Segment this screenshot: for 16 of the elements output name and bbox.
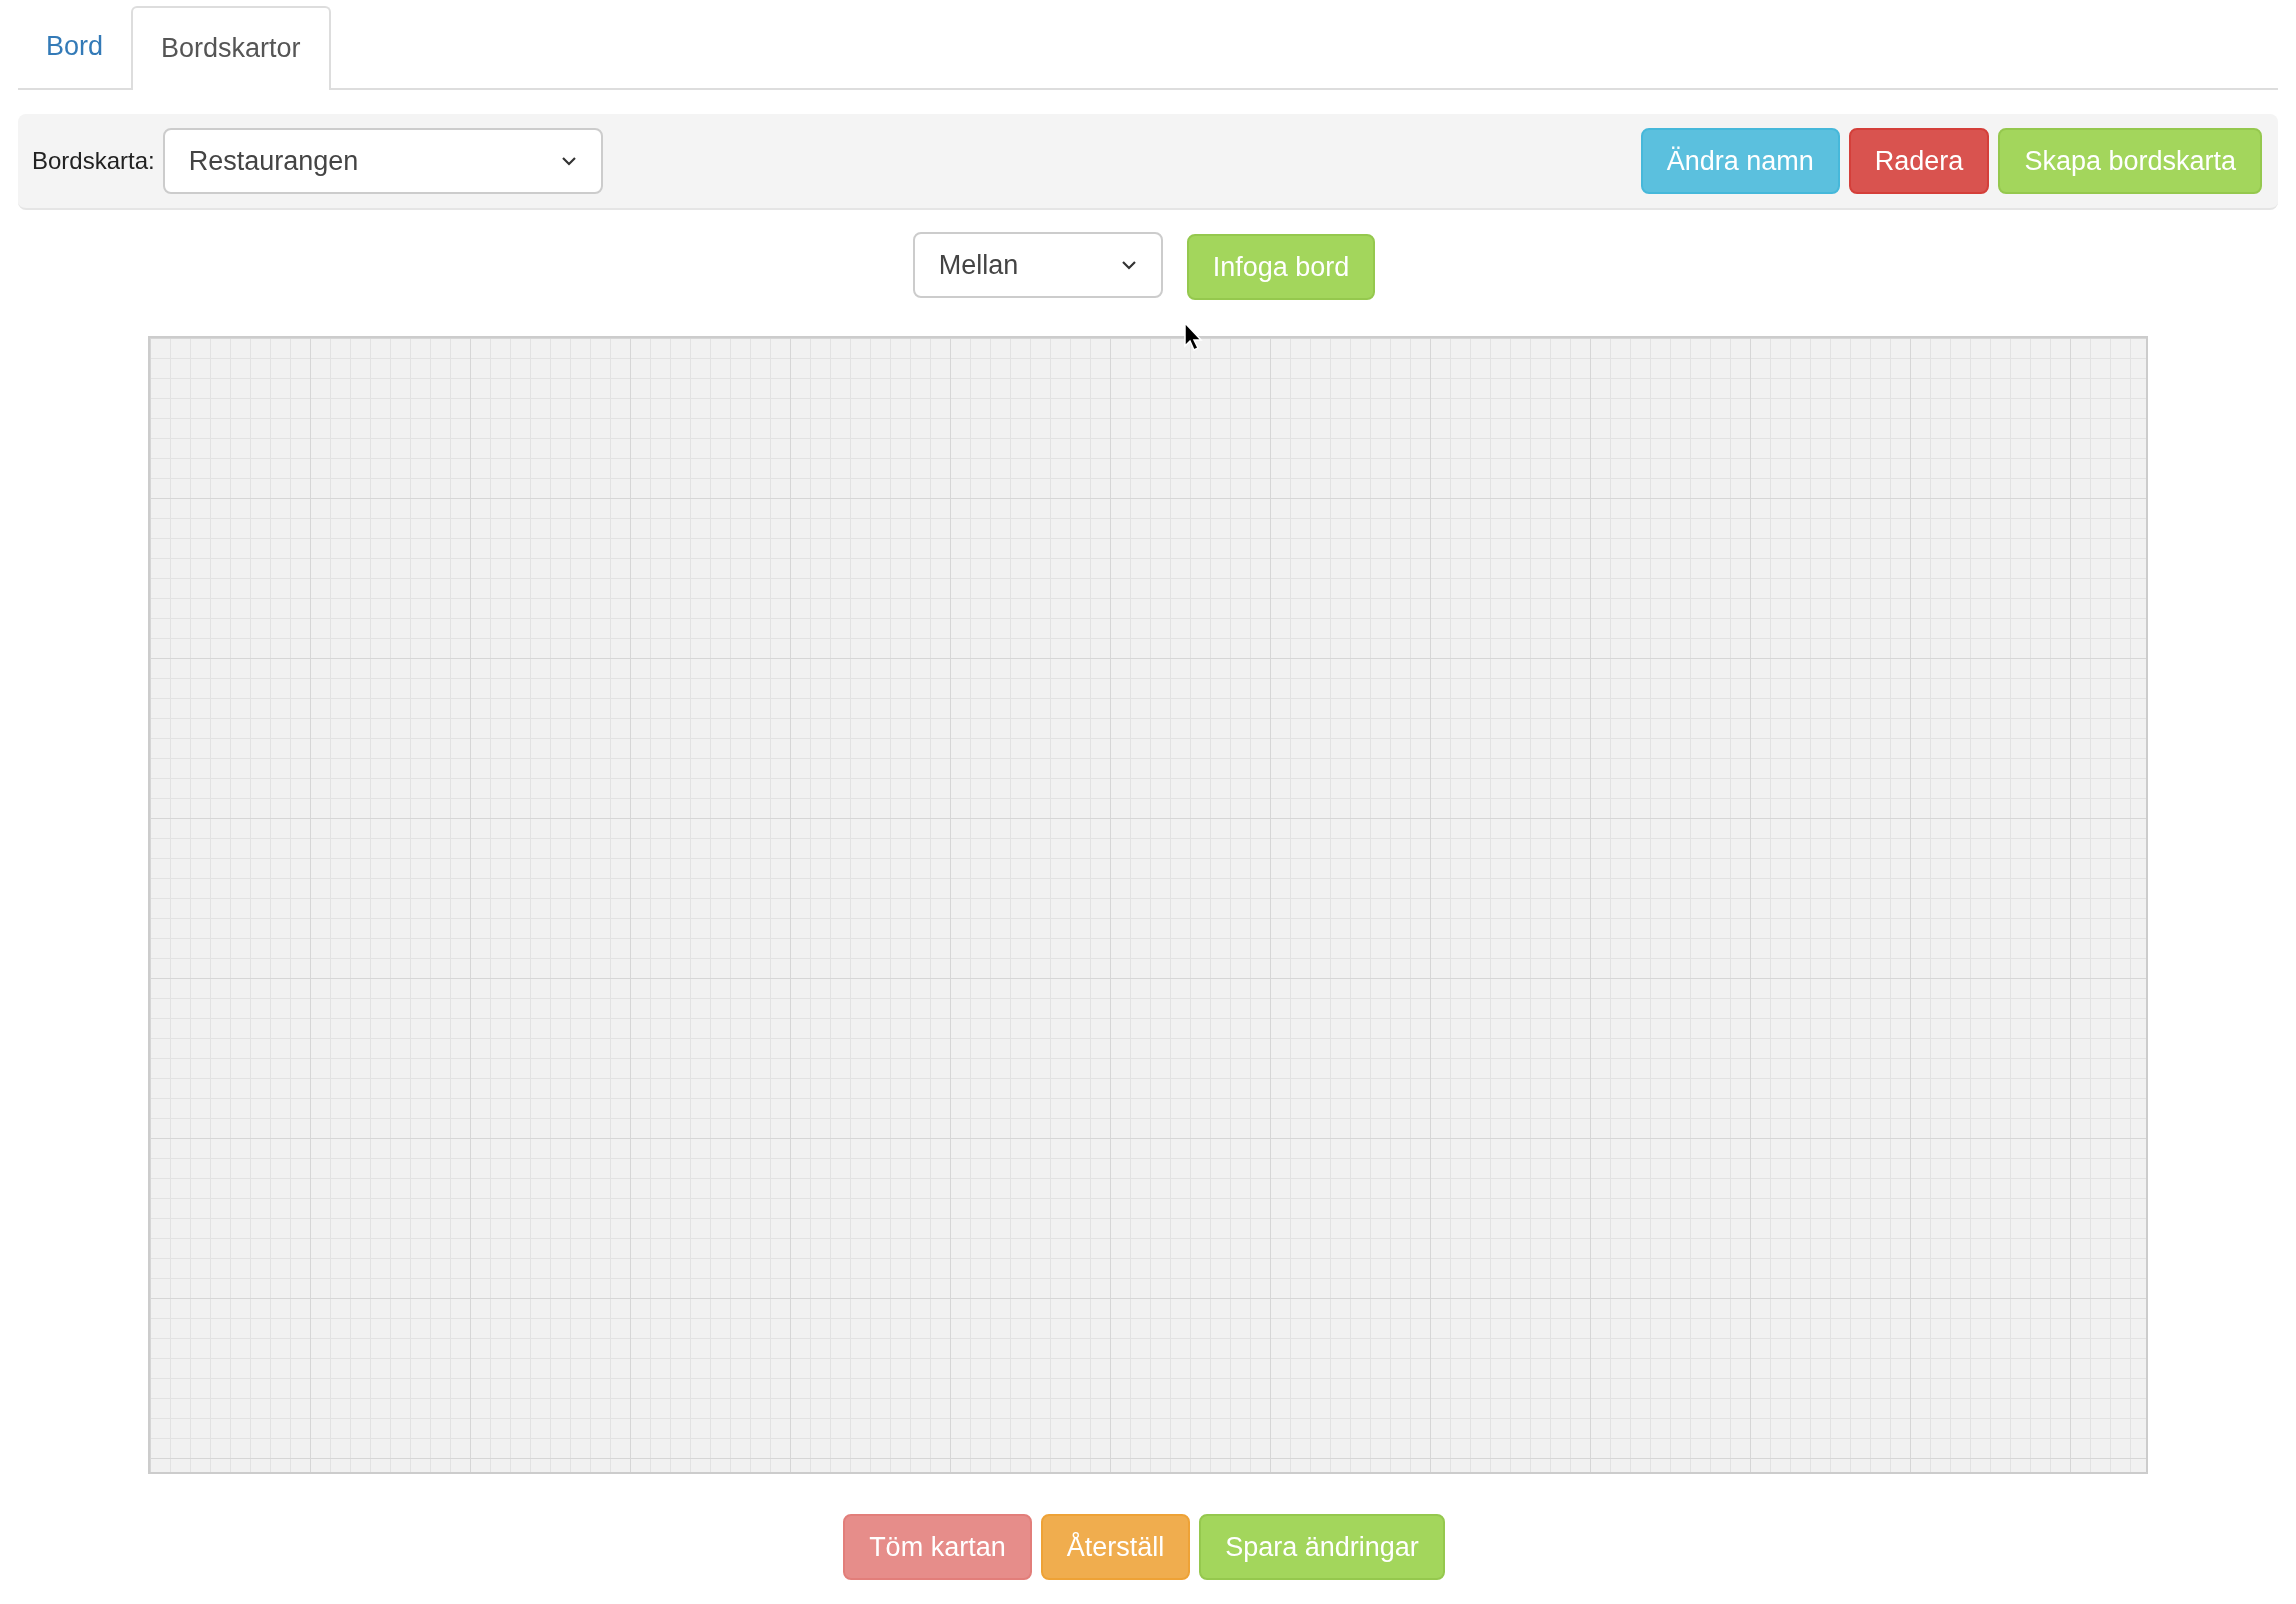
mouse-cursor-icon (1184, 322, 1204, 352)
action-button[interactable]: Radera (1848, 128, 1990, 194)
tab[interactable]: Bordskartor (131, 6, 331, 90)
action-button[interactable]: Återställ (1040, 1514, 1191, 1580)
tab[interactable]: Bord (18, 4, 132, 88)
action-button[interactable]: Infoga bord (1186, 234, 1376, 300)
map-select[interactable]: Restaurangen (162, 128, 603, 194)
grid-canvas[interactable] (148, 336, 2148, 1474)
action-button[interactable]: Skapa bordskarta (1998, 128, 2262, 194)
action-button[interactable]: Töm kartan (843, 1514, 1032, 1580)
action-button[interactable]: Ändra namn (1640, 128, 1840, 194)
size-select[interactable]: Mellan (912, 232, 1163, 298)
action-button[interactable]: Spara ändringar (1199, 1514, 1445, 1580)
chevron-down-icon (560, 156, 577, 166)
chevron-down-icon (1120, 260, 1137, 270)
select-label: Bordskarta: (32, 146, 155, 176)
